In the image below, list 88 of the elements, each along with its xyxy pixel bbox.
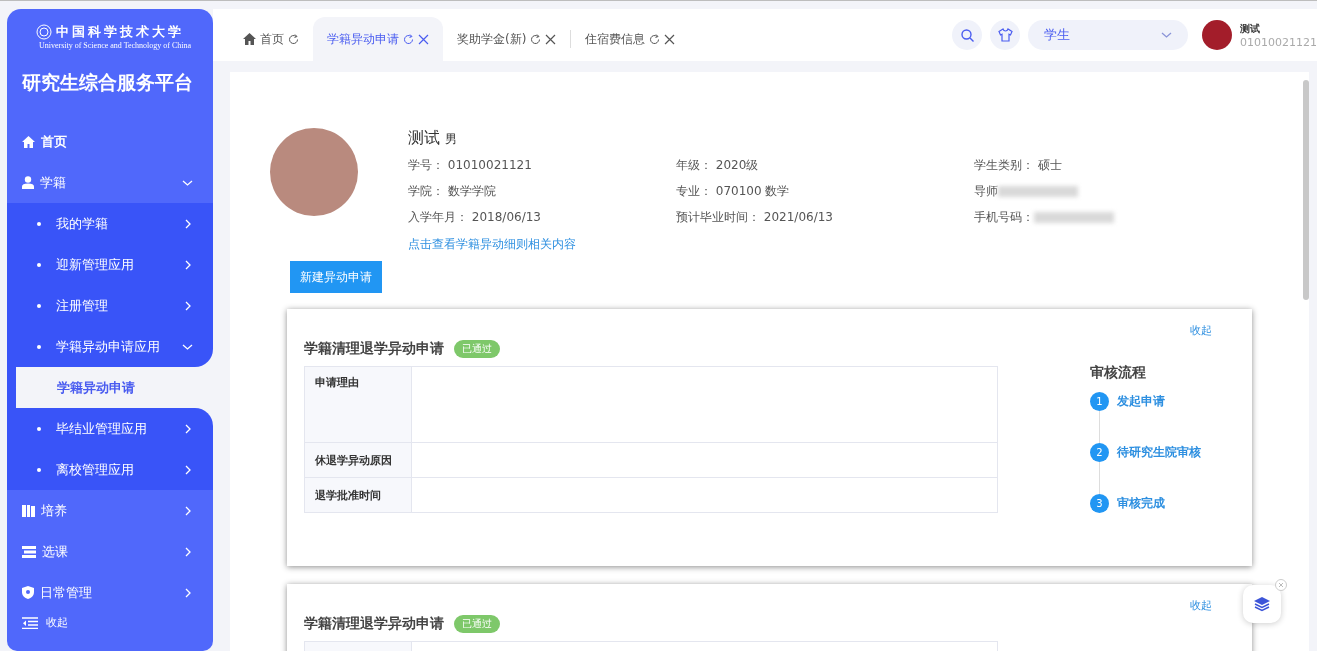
step-number: 1	[1090, 392, 1109, 411]
person-icon	[22, 176, 34, 189]
card-title: 学籍清理退学异动申请	[304, 340, 444, 358]
tab[interactable]: 奖助学金(新)	[443, 17, 571, 61]
menu-item[interactable]: 离校管理应用	[7, 449, 213, 490]
student-name: 测试	[408, 128, 440, 147]
field-label: 手机号码：	[974, 210, 1034, 224]
row-label: 退学批准时间	[304, 477, 412, 513]
layers-icon	[1254, 596, 1270, 612]
menu-item[interactable]: 我的学籍	[7, 203, 213, 244]
chevron-right-icon	[183, 300, 193, 311]
menu-item[interactable]: 选课	[7, 531, 213, 572]
tab[interactable]: 首页	[229, 17, 313, 61]
list-icon	[22, 545, 36, 558]
tab[interactable]: 住宿费信息	[571, 17, 690, 61]
bullet-icon	[37, 426, 41, 431]
user-avatar[interactable]	[1202, 20, 1232, 50]
info-field: 学号： 01010021121	[408, 158, 532, 172]
student-gender: 男	[445, 132, 458, 146]
info-field: 预计毕业时间： 2021/06/13	[676, 210, 833, 224]
logo-subtitle: University of Science and Technology of China	[38, 41, 192, 50]
new-request-button[interactable]: 新建异动申请	[290, 261, 382, 293]
menu-item[interactable]: 培养	[7, 490, 213, 531]
menu-item[interactable]: 毕结业管理应用	[7, 408, 213, 449]
refresh-icon[interactable]	[649, 33, 661, 45]
card-title: 学籍清理退学异动申请	[304, 615, 444, 633]
menu-item[interactable]: 学籍异动申请应用	[7, 326, 213, 367]
chevron-right-icon	[183, 218, 193, 229]
scrollbar[interactable]	[1303, 80, 1309, 300]
menu-item[interactable]: 首页	[7, 116, 213, 162]
info-field: 入学年月： 2018/06/13	[408, 210, 541, 224]
info-field: 专业： 070100 数学	[676, 184, 790, 198]
bullet-icon	[37, 221, 41, 226]
step-label: 待研究生院审核	[1117, 444, 1201, 461]
rules-link[interactable]: 点击查看学籍异动细则相关内容	[408, 236, 576, 253]
status-badge: 已通过	[454, 615, 500, 633]
step-label: 发起申请	[1117, 393, 1165, 410]
home-icon	[243, 33, 256, 45]
step-number: 3	[1090, 494, 1109, 513]
emblem-icon	[36, 24, 52, 40]
flow-title: 审核流程	[1090, 364, 1147, 382]
layers-button[interactable]	[1243, 585, 1281, 623]
refresh-icon[interactable]	[288, 33, 299, 45]
platform-title: 研究生综合服务平台	[22, 70, 193, 95]
info-field: 年级： 2020级	[676, 158, 759, 172]
logo-text: 中国科学技术大学	[56, 23, 184, 41]
row-label: 休退学异动原因	[304, 442, 412, 478]
menu-item[interactable]: 学籍	[7, 162, 213, 203]
chevron-right-icon	[183, 464, 193, 475]
step-label: 审核完成	[1117, 495, 1165, 512]
user-name: 测试	[1240, 21, 1261, 36]
status-badge: 已通过	[454, 340, 500, 358]
row-label: 申请理由	[304, 366, 412, 443]
theme-button[interactable]	[990, 20, 1020, 50]
chevron-right-icon	[183, 259, 193, 270]
chevron-right-icon	[183, 505, 193, 516]
close-icon[interactable]	[664, 33, 676, 45]
chevron-right-icon	[183, 546, 193, 557]
field-label: 导师	[974, 184, 998, 198]
chevron-right-icon	[183, 587, 193, 598]
bullet-icon	[37, 262, 41, 267]
info-field: 学院： 数学学院	[408, 184, 496, 198]
search-icon	[960, 28, 974, 42]
bullet-icon	[37, 303, 41, 308]
shield-icon	[22, 586, 34, 599]
chevron-right-icon	[183, 423, 193, 434]
refresh-icon[interactable]	[530, 33, 542, 45]
role-select[interactable]: 学生	[1028, 20, 1188, 50]
step-number: 2	[1090, 443, 1109, 462]
close-icon[interactable]	[545, 33, 557, 45]
home-icon	[22, 136, 35, 148]
menu-item[interactable]: 日常管理	[7, 572, 213, 613]
user-id: 01010021121	[1240, 35, 1317, 49]
refresh-icon[interactable]	[403, 33, 414, 45]
info-field: 学生类别： 硕士	[974, 158, 1062, 172]
bullet-icon	[37, 344, 41, 349]
shirt-icon	[997, 28, 1013, 42]
collapse-icon	[22, 616, 38, 629]
bullet-icon	[37, 467, 41, 472]
collapse-link[interactable]: 收起	[1190, 323, 1212, 338]
collapse-link[interactable]: 收起	[1190, 598, 1212, 613]
menu-item[interactable]: 注册管理	[7, 285, 213, 326]
chevron-down-icon	[1161, 30, 1172, 40]
menu-item[interactable]: 迎新管理应用	[7, 244, 213, 285]
book-icon	[22, 504, 35, 517]
close-icon[interactable]	[418, 33, 429, 45]
tab[interactable]: 学籍异动申请	[313, 17, 443, 61]
search-button[interactable]	[952, 20, 982, 50]
